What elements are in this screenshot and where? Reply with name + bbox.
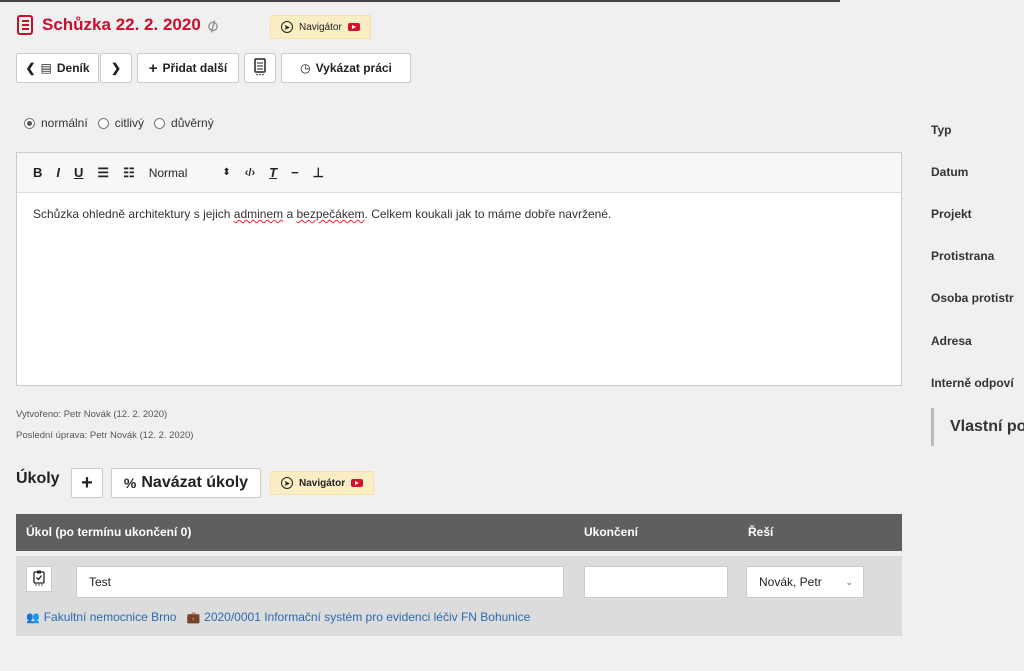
- notebook-icon: [16, 15, 36, 35]
- add-task-button[interactable]: +: [71, 468, 103, 498]
- code-icon[interactable]: ‹/›: [245, 167, 255, 179]
- side-label-date: Datum: [931, 165, 969, 179]
- paperclip-icon[interactable]: ⌀: [202, 13, 222, 37]
- column-header-task[interactable]: Úkol (po termínu ukončení 0): [26, 525, 191, 539]
- side-label-counterparty: Protistrana: [931, 249, 995, 263]
- column-header-end[interactable]: Ukončení: [584, 525, 638, 539]
- editor-text-misspelled: adminem: [233, 207, 284, 221]
- chevron-down-icon: ❯: [110, 61, 122, 75]
- side-label-project: Projekt: [931, 207, 972, 221]
- table-row: Test Novák, Petr ⌄ 👥 Fakultní nemocnice …: [16, 556, 902, 636]
- numbered-list-icon[interactable]: ☷: [123, 165, 135, 181]
- task-detail-button[interactable]: [26, 566, 52, 592]
- format-select-value: Normal: [148, 165, 188, 180]
- video-icon: [347, 23, 360, 31]
- select-arrows-icon: ⬍: [222, 167, 231, 178]
- add-more-label: Přidat další: [162, 61, 228, 75]
- side-label-address: Adresa: [931, 334, 972, 348]
- organization-link[interactable]: Fakultní nemocnice Brno: [44, 610, 177, 624]
- tasks-table-header: Úkol (po termínu ukončení 0) Ukončení Ře…: [16, 514, 902, 551]
- top-tab-strip: [0, 0, 840, 2]
- users-icon: 👥: [26, 611, 40, 624]
- diary-dropdown-button[interactable]: ❯: [100, 53, 132, 83]
- assignee-select[interactable]: Novák, Petr ⌄: [746, 566, 864, 598]
- side-label-counterparty-person: Osoba protistr: [931, 291, 1014, 305]
- plus-icon: +: [81, 471, 93, 494]
- side-label-type: Typ: [931, 123, 952, 137]
- radio-confidential-dot[interactable]: [154, 117, 166, 129]
- page-title-row: Schůzka 22. 2. 2020 ⌀: [16, 12, 222, 38]
- side-label-internal-responsible: Interně odpoví: [931, 376, 1014, 390]
- underline-button[interactable]: U: [74, 165, 83, 180]
- side-section-heading: Vlastní po: [931, 408, 1024, 446]
- radio-normal[interactable]: normální: [24, 116, 88, 130]
- editor-text: . Celkem koukali jak to máme dobře navrž…: [364, 207, 612, 221]
- video-icon: [351, 479, 364, 487]
- editor-text: Schůzka ohledně architektury s jejich: [33, 207, 234, 221]
- clock-icon: ◷: [300, 61, 311, 75]
- editor-toolbar: B I U ☰ ☷ Normal ⬍ ‹/› T − ⊥: [17, 153, 901, 193]
- radio-confidential-label: důvěrný: [171, 116, 214, 130]
- clipboard-check-icon: [33, 570, 45, 589]
- task-name-input[interactable]: Test: [76, 566, 564, 598]
- created-info: Vytvořeno: Petr Novák (12. 2. 2020): [16, 409, 168, 420]
- briefcase-icon: 💼: [186, 611, 201, 624]
- radio-normal-dot[interactable]: [24, 117, 35, 129]
- link-tasks-label: Navázat úkoly: [141, 474, 249, 491]
- plus-icon: +: [148, 59, 158, 77]
- modified-info: Poslední úprava: Petr Novák (12. 2. 2020…: [16, 430, 194, 441]
- chevron-down-icon: ⌄: [845, 576, 853, 587]
- compass-icon: ➤: [281, 21, 293, 33]
- navigator-button-top[interactable]: ➤ Navigátor: [270, 15, 371, 39]
- rich-text-editor: B I U ☰ ☷ Normal ⬍ ‹/› T − ⊥ Schůzka ohle…: [16, 152, 902, 386]
- compass-icon: ➤: [281, 477, 293, 489]
- diary-label: Deník: [56, 61, 90, 75]
- link-tasks-button[interactable]: % Navázat úkoly: [111, 468, 261, 498]
- bold-button[interactable]: B: [33, 165, 42, 180]
- italic-button[interactable]: I: [56, 165, 60, 180]
- radio-normal-label: normální: [41, 116, 88, 130]
- sensitivity-radio-group: normální citlivý důvěrný: [24, 116, 224, 130]
- project-link[interactable]: 2020/0001 Informační systém pro evidenci…: [204, 610, 530, 624]
- task-end-input[interactable]: [584, 566, 728, 598]
- radio-sensitive[interactable]: citlivý: [97, 116, 145, 130]
- format-select[interactable]: Normal ⬍: [149, 166, 231, 180]
- add-more-button[interactable]: + Přidat další: [137, 53, 239, 83]
- notebook-plus-icon: [253, 57, 267, 79]
- tasks-title: Úkoly: [16, 470, 60, 487]
- navigator-label: Navigátor: [299, 477, 346, 489]
- list-icon: ▤: [40, 61, 52, 75]
- link-icon: %: [123, 475, 137, 491]
- radio-sensitive-label: citlivý: [114, 116, 145, 130]
- report-work-label: Vykázat práci: [315, 61, 392, 75]
- radio-sensitive-dot[interactable]: [97, 117, 109, 129]
- editor-content[interactable]: Schůzka ohledně architektury s jejich ad…: [17, 193, 901, 235]
- insert-icon[interactable]: ⊥: [313, 165, 324, 181]
- page-title: Schůzka 22. 2. 2020: [42, 15, 201, 34]
- editor-text-misspelled: bezpečákem: [296, 207, 365, 221]
- editor-text: a: [283, 207, 297, 221]
- bullet-list-icon[interactable]: ☰: [97, 165, 109, 181]
- clear-format-icon[interactable]: T: [269, 165, 277, 180]
- horizontal-rule-icon[interactable]: −: [291, 165, 299, 180]
- navigator-label: Navigátor: [299, 21, 342, 33]
- report-work-button[interactable]: ◷ Vykázat práci: [281, 53, 411, 83]
- new-note-button[interactable]: [244, 53, 276, 83]
- diary-button[interactable]: ❮ ▤ Deník: [16, 53, 99, 83]
- assignee-value: Novák, Petr: [759, 575, 822, 589]
- chevron-left-icon: ❮: [25, 61, 36, 75]
- radio-confidential[interactable]: důvěrný: [154, 116, 214, 130]
- navigator-button-tasks[interactable]: ➤ Navigátor: [270, 471, 375, 495]
- task-related-links: 👥 Fakultní nemocnice Brno 💼 2020/0001 In…: [26, 610, 530, 624]
- column-header-assignee[interactable]: Řeší: [748, 525, 773, 539]
